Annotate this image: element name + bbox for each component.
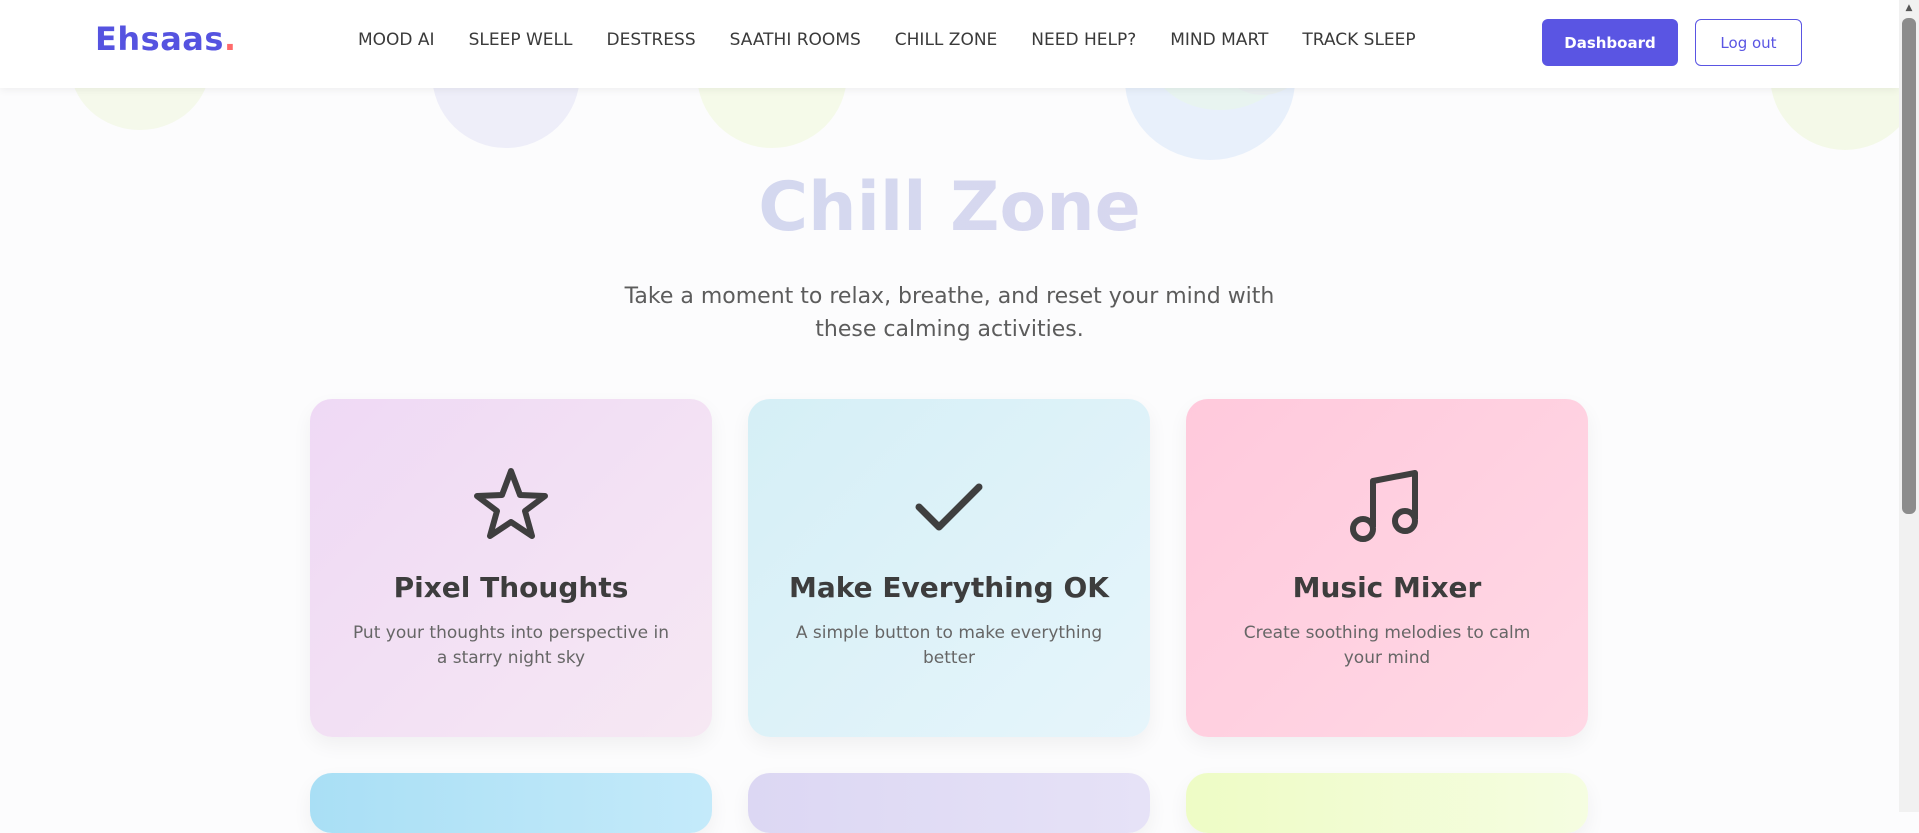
nav-link-track-sleep[interactable]: TRACK SLEEP — [1302, 30, 1415, 50]
card-title: Make Everything OK — [789, 571, 1109, 604]
activity-card[interactable] — [748, 773, 1150, 833]
activity-card-pixel-thoughts[interactable]: Pixel Thoughts Put your thoughts into pe… — [310, 399, 712, 737]
page-scrollbar[interactable]: ▲ — [1899, 0, 1919, 812]
card-description: Create soothing melodies to calm your mi… — [1243, 623, 1531, 668]
card-description: A simple button to make everything bette… — [795, 623, 1103, 668]
activity-card-music-mixer[interactable]: Music Mixer Create soothing melodies to … — [1186, 399, 1588, 737]
activity-card[interactable] — [310, 773, 712, 833]
scrollbar-thumb[interactable] — [1902, 18, 1916, 514]
page-subtitle: Take a moment to relax, breathe, and res… — [624, 284, 1275, 342]
brand-dot: . — [223, 20, 237, 58]
scroll-up-arrow-icon[interactable]: ▲ — [1899, 0, 1919, 16]
nav-link-saathi-rooms[interactable]: SAATHI ROOMS — [730, 30, 861, 50]
top-navbar: Ehsaas. MOOD AI SLEEP WELL DESTRESS SAAT… — [0, 0, 1899, 88]
page-title: Chill Zone — [0, 168, 1899, 247]
check-icon — [915, 483, 983, 531]
nav-link-destress[interactable]: DESTRESS — [606, 30, 695, 50]
nav-link-mind-mart[interactable]: MIND MART — [1170, 30, 1268, 50]
card-title: Pixel Thoughts — [393, 571, 629, 604]
brand-name: Ehsaas — [95, 20, 224, 58]
activity-card-make-everything-ok[interactable]: Make Everything OK A simple button to ma… — [748, 399, 1150, 737]
activity-card[interactable] — [1186, 773, 1588, 833]
nav-link-chill-zone[interactable]: CHILL ZONE — [895, 30, 998, 50]
main-nav: MOOD AI SLEEP WELL DESTRESS SAATHI ROOMS… — [358, 30, 1450, 50]
nav-link-need-help[interactable]: NEED HELP? — [1031, 30, 1136, 50]
star-icon — [474, 468, 548, 539]
nav-link-sleep-well[interactable]: SLEEP WELL — [469, 30, 573, 50]
card-description: Put your thoughts into perspective in a … — [352, 623, 669, 668]
nav-link-mood-ai[interactable]: MOOD AI — [358, 30, 435, 50]
music-note-icon — [1350, 470, 1418, 542]
brand-logo[interactable]: Ehsaas. — [95, 20, 237, 58]
dashboard-button[interactable]: Dashboard — [1542, 19, 1678, 66]
logout-button[interactable]: Log out — [1695, 19, 1802, 66]
card-title: Music Mixer — [1292, 571, 1482, 604]
